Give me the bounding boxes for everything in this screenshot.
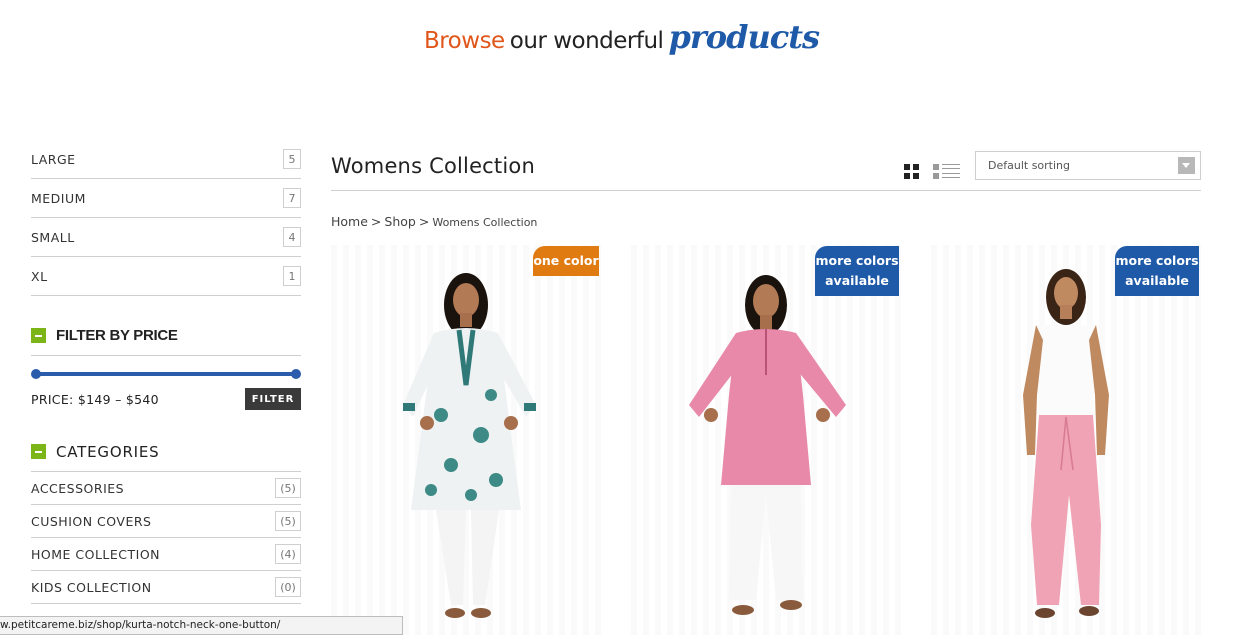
categories-header: CATEGORIES — [31, 432, 301, 472]
size-filter-list: LARGE 5 MEDIUM 7 SMALL 4 XL 1 — [31, 140, 301, 296]
tagline-script: products — [668, 18, 820, 56]
price-row: PRICE: $149 – $540 FILTER — [31, 388, 301, 410]
product-image[interactable] — [631, 245, 901, 635]
breadcrumb-current: Womens Collection — [432, 216, 538, 229]
breadcrumb: Home > Shop > Womens Collection — [331, 214, 537, 229]
tagline-browse: Browse — [423, 28, 505, 54]
price-filter-header: FILTER BY PRICE — [31, 316, 301, 356]
size-label[interactable]: SMALL — [31, 230, 75, 245]
minus-icon[interactable] — [31, 328, 46, 343]
breadcrumb-shop[interactable]: Shop — [384, 214, 415, 229]
category-item[interactable]: ACCESSORIES (5) — [31, 472, 301, 505]
grid-view-icon[interactable] — [904, 164, 919, 179]
size-count: 5 — [283, 149, 301, 169]
product-badge: more colors available — [1115, 246, 1199, 296]
product-badge-line2: available — [1125, 273, 1189, 288]
size-filter-item[interactable]: LARGE 5 — [31, 140, 301, 179]
price-filter-title: FILTER BY PRICE — [56, 327, 178, 344]
product-grid: one color more colors available more col… — [331, 245, 1201, 635]
filter-button[interactable]: FILTER — [245, 388, 301, 410]
product-card[interactable]: one color — [331, 245, 601, 635]
breadcrumb-separator: > — [370, 214, 382, 229]
product-card[interactable]: more colors available — [931, 245, 1201, 635]
category-label[interactable]: ACCESSORIES — [31, 481, 124, 496]
category-item[interactable]: HOME COLLECTION (4) — [31, 538, 301, 571]
sidebar: LARGE 5 MEDIUM 7 SMALL 4 XL 1 FILTER BY … — [31, 140, 301, 604]
category-count: (4) — [275, 544, 301, 564]
chevron-down-icon[interactable] — [1178, 157, 1195, 174]
price-slider-track — [35, 372, 297, 376]
category-label[interactable]: CUSHION COVERS — [31, 514, 151, 529]
page-title: Womens Collection — [331, 154, 535, 178]
size-label[interactable]: MEDIUM — [31, 191, 86, 206]
size-label[interactable]: XL — [31, 269, 48, 284]
size-count: 4 — [283, 227, 301, 247]
category-count: (5) — [275, 511, 301, 531]
sort-select-value: Default sorting — [988, 159, 1070, 172]
size-label[interactable]: LARGE — [31, 152, 76, 167]
size-filter-item[interactable]: XL 1 — [31, 257, 301, 296]
breadcrumb-home[interactable]: Home — [331, 214, 368, 229]
product-badge: more colors available — [815, 246, 899, 296]
category-count: (0) — [275, 577, 301, 597]
product-image[interactable] — [931, 245, 1201, 635]
product-badge: one color — [533, 246, 599, 276]
product-card[interactable]: more colors available — [631, 245, 901, 635]
category-label[interactable]: KIDS COLLECTION — [31, 580, 152, 595]
price-slider-min-handle[interactable] — [31, 369, 41, 379]
category-count: (5) — [275, 478, 301, 498]
collection-header: Womens Collection Default sorting — [331, 140, 1201, 191]
product-badge-line1: more colors — [1115, 253, 1199, 268]
price-slider[interactable] — [31, 364, 301, 384]
page-tagline: Browse our wonderful products — [0, 18, 1243, 56]
product-badge-text: one color — [533, 253, 599, 268]
size-count: 7 — [283, 188, 301, 208]
price-slider-max-handle[interactable] — [291, 369, 301, 379]
size-filter-item[interactable]: MEDIUM 7 — [31, 179, 301, 218]
category-list: ACCESSORIES (5) CUSHION COVERS (5) HOME … — [31, 472, 301, 604]
status-url: w.petitcareme.biz/shop/kurta-notch-neck-… — [0, 619, 281, 631]
product-badge-line2: available — [825, 273, 889, 288]
size-filter-item[interactable]: SMALL 4 — [31, 218, 301, 257]
list-view-icon[interactable] — [933, 164, 961, 179]
category-label[interactable]: HOME COLLECTION — [31, 547, 160, 562]
main-content: Womens Collection Default sorting Home > S… — [331, 140, 1201, 229]
tagline-middle: our wonderful — [509, 28, 664, 54]
size-count: 1 — [283, 266, 301, 286]
category-item[interactable]: KIDS COLLECTION (0) — [31, 571, 301, 604]
minus-icon[interactable] — [31, 444, 46, 459]
price-range-text: PRICE: $149 – $540 — [31, 391, 159, 407]
product-image[interactable] — [331, 245, 601, 635]
sort-select[interactable]: Default sorting — [975, 151, 1201, 180]
breadcrumb-separator: > — [418, 214, 430, 229]
categories-title: CATEGORIES — [56, 442, 160, 461]
product-badge-line1: more colors — [815, 253, 899, 268]
category-item[interactable]: CUSHION COVERS (5) — [31, 505, 301, 538]
browser-status-bar: w.petitcareme.biz/shop/kurta-notch-neck-… — [0, 616, 403, 635]
